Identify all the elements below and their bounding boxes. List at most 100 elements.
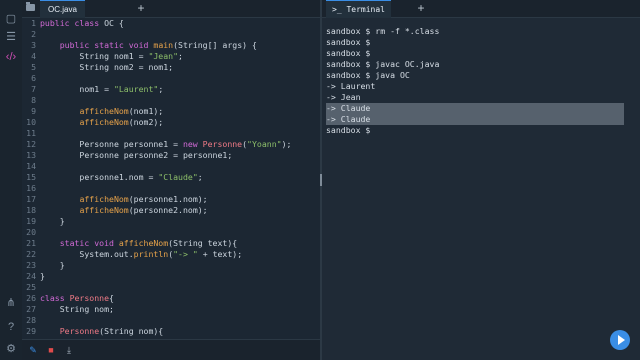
files-icon[interactable]: ▢: [4, 12, 18, 26]
code-text: }: [40, 216, 65, 227]
code-token: ;: [197, 172, 203, 182]
line-number: 15: [26, 172, 36, 182]
code-line: 24}: [22, 271, 320, 282]
line-number: 1: [31, 18, 36, 28]
code-token: "Yoann": [247, 139, 282, 149]
code-token: + text);: [197, 249, 243, 259]
terminal-output[interactable]: sandbox $ rm -f *.class sandbox $ sandbox …: [326, 26, 636, 136]
code-token: }: [40, 216, 65, 226]
code-token: Personne personne1 =: [40, 139, 183, 149]
code-text: String nom2 = nom1;: [40, 62, 173, 73]
code-line: 6: [22, 73, 320, 84]
line-number: 28: [26, 315, 36, 325]
code-token: (personne2.nom);: [128, 205, 208, 215]
code-text: static void afficheNom(String text){: [40, 238, 237, 249]
code-area[interactable]: 1 public class OC {2 3 public static void …: [22, 18, 320, 338]
code-line: 3 public static void main(String[] args)…: [22, 40, 320, 51]
download-icon[interactable]: ⤓: [64, 345, 74, 355]
code-token: Personne: [202, 139, 243, 149]
terminal-pane: >_ Terminal + sandbox $ rm -f *.class san…: [322, 0, 640, 360]
code-line: 13 Personne personne2 = personne1;: [22, 150, 320, 161]
code-line: 15 personne1.nom = "Claude";: [22, 172, 320, 183]
terminal-line-text: sandbox $ javac OC.java: [326, 59, 440, 69]
delete-icon[interactable]: ■: [46, 345, 56, 355]
terminal-tabbar: >_ Terminal +: [322, 0, 640, 18]
code-token: }: [40, 260, 65, 270]
line-number: 9: [31, 106, 36, 116]
line-number: 19: [26, 216, 36, 226]
code-text: public static void main(String[] args) {: [40, 40, 257, 51]
code-token: nom1 =: [40, 84, 114, 94]
code-token: new: [182, 139, 203, 149]
line-number: 6: [31, 73, 36, 83]
code-line: 27 String nom;: [22, 304, 320, 315]
tab-oc-java[interactable]: OC.java: [40, 0, 85, 18]
list-icon[interactable]: ☰: [4, 30, 18, 44]
code-token: (String[] args) {: [173, 40, 257, 50]
line-number: 29: [26, 326, 36, 336]
code-line: 11: [22, 128, 320, 139]
terminal-line-text: -> Claude: [326, 114, 371, 124]
code-line: 20: [22, 227, 320, 238]
new-terminal-button[interactable]: +: [414, 0, 428, 17]
code-token: String nom2 = nom1;: [40, 62, 174, 72]
code-text: afficheNom(nom2);: [40, 117, 163, 128]
code-token: static void: [59, 238, 119, 248]
line-number: 5: [31, 62, 36, 72]
line-number: 7: [31, 84, 36, 94]
code-line: 16: [22, 183, 320, 194]
code-token: ;: [158, 84, 164, 94]
selection-highlight: [326, 114, 624, 125]
code-icon[interactable]: ‹/›: [4, 50, 18, 64]
code-token: ;: [178, 51, 183, 61]
code-line: 19 }: [22, 216, 320, 227]
terminal-line: -> Laurent: [326, 81, 636, 92]
code-token: }: [40, 271, 45, 281]
terminal-line-text: sandbox $: [326, 37, 371, 47]
code-token: Personne: [69, 293, 110, 303]
code-text: afficheNom(personne2.nom);: [40, 205, 208, 216]
line-number: 11: [26, 128, 36, 138]
code-line: 23 }: [22, 260, 320, 271]
code-token: OC {: [104, 18, 124, 28]
code-token: (String text){: [168, 238, 238, 248]
terminal-line: -> Jean: [326, 92, 636, 103]
code-text: Personne personne2 = personne1;: [40, 150, 232, 161]
editor-tabbar: OC.java +: [22, 0, 320, 18]
new-tab-button[interactable]: +: [134, 0, 148, 17]
line-number: 21: [26, 238, 36, 248]
edit-icon[interactable]: ✎: [28, 345, 38, 355]
code-line: 12 Personne personne1 = new Personne("Yo…: [22, 139, 320, 150]
code-text: }: [40, 260, 65, 271]
terminal-line: sandbox $ rm -f *.class: [326, 26, 636, 37]
code-token: (nom2);: [128, 117, 164, 127]
terminal-line-text: -> Laurent: [326, 81, 376, 91]
line-number: 13: [26, 150, 36, 160]
code-token: afficheNom: [79, 106, 129, 116]
terminal-line: sandbox $: [326, 48, 636, 59]
code-token: (String nom){: [99, 326, 164, 336]
terminal-line-text: sandbox $ rm -f *.class: [326, 26, 440, 36]
code-line: 26 class Personne{: [22, 293, 320, 304]
code-line: 29 Personne(String nom){: [22, 326, 320, 337]
share-icon[interactable]: ⋔: [4, 296, 18, 310]
play-icon[interactable]: [610, 330, 630, 350]
terminal-line: sandbox $: [326, 125, 636, 136]
folder-icon[interactable]: [26, 2, 35, 11]
line-number: 8: [31, 95, 36, 105]
help-icon[interactable]: ?: [4, 320, 18, 334]
tab-terminal[interactable]: >_ Terminal: [326, 0, 391, 18]
line-number: 17: [26, 194, 36, 204]
settings-icon[interactable]: ⚙: [4, 342, 18, 356]
code-line: 17 afficheNom(personne1.nom);: [22, 194, 320, 205]
line-number: 26: [26, 293, 36, 303]
code-line: 10 afficheNom(nom2);: [22, 117, 320, 128]
code-token: );: [281, 139, 292, 149]
code-line: 1 public class OC {: [22, 18, 320, 29]
terminal-line: sandbox $: [326, 37, 636, 48]
code-line: 2: [22, 29, 320, 40]
code-token: {: [109, 293, 114, 303]
